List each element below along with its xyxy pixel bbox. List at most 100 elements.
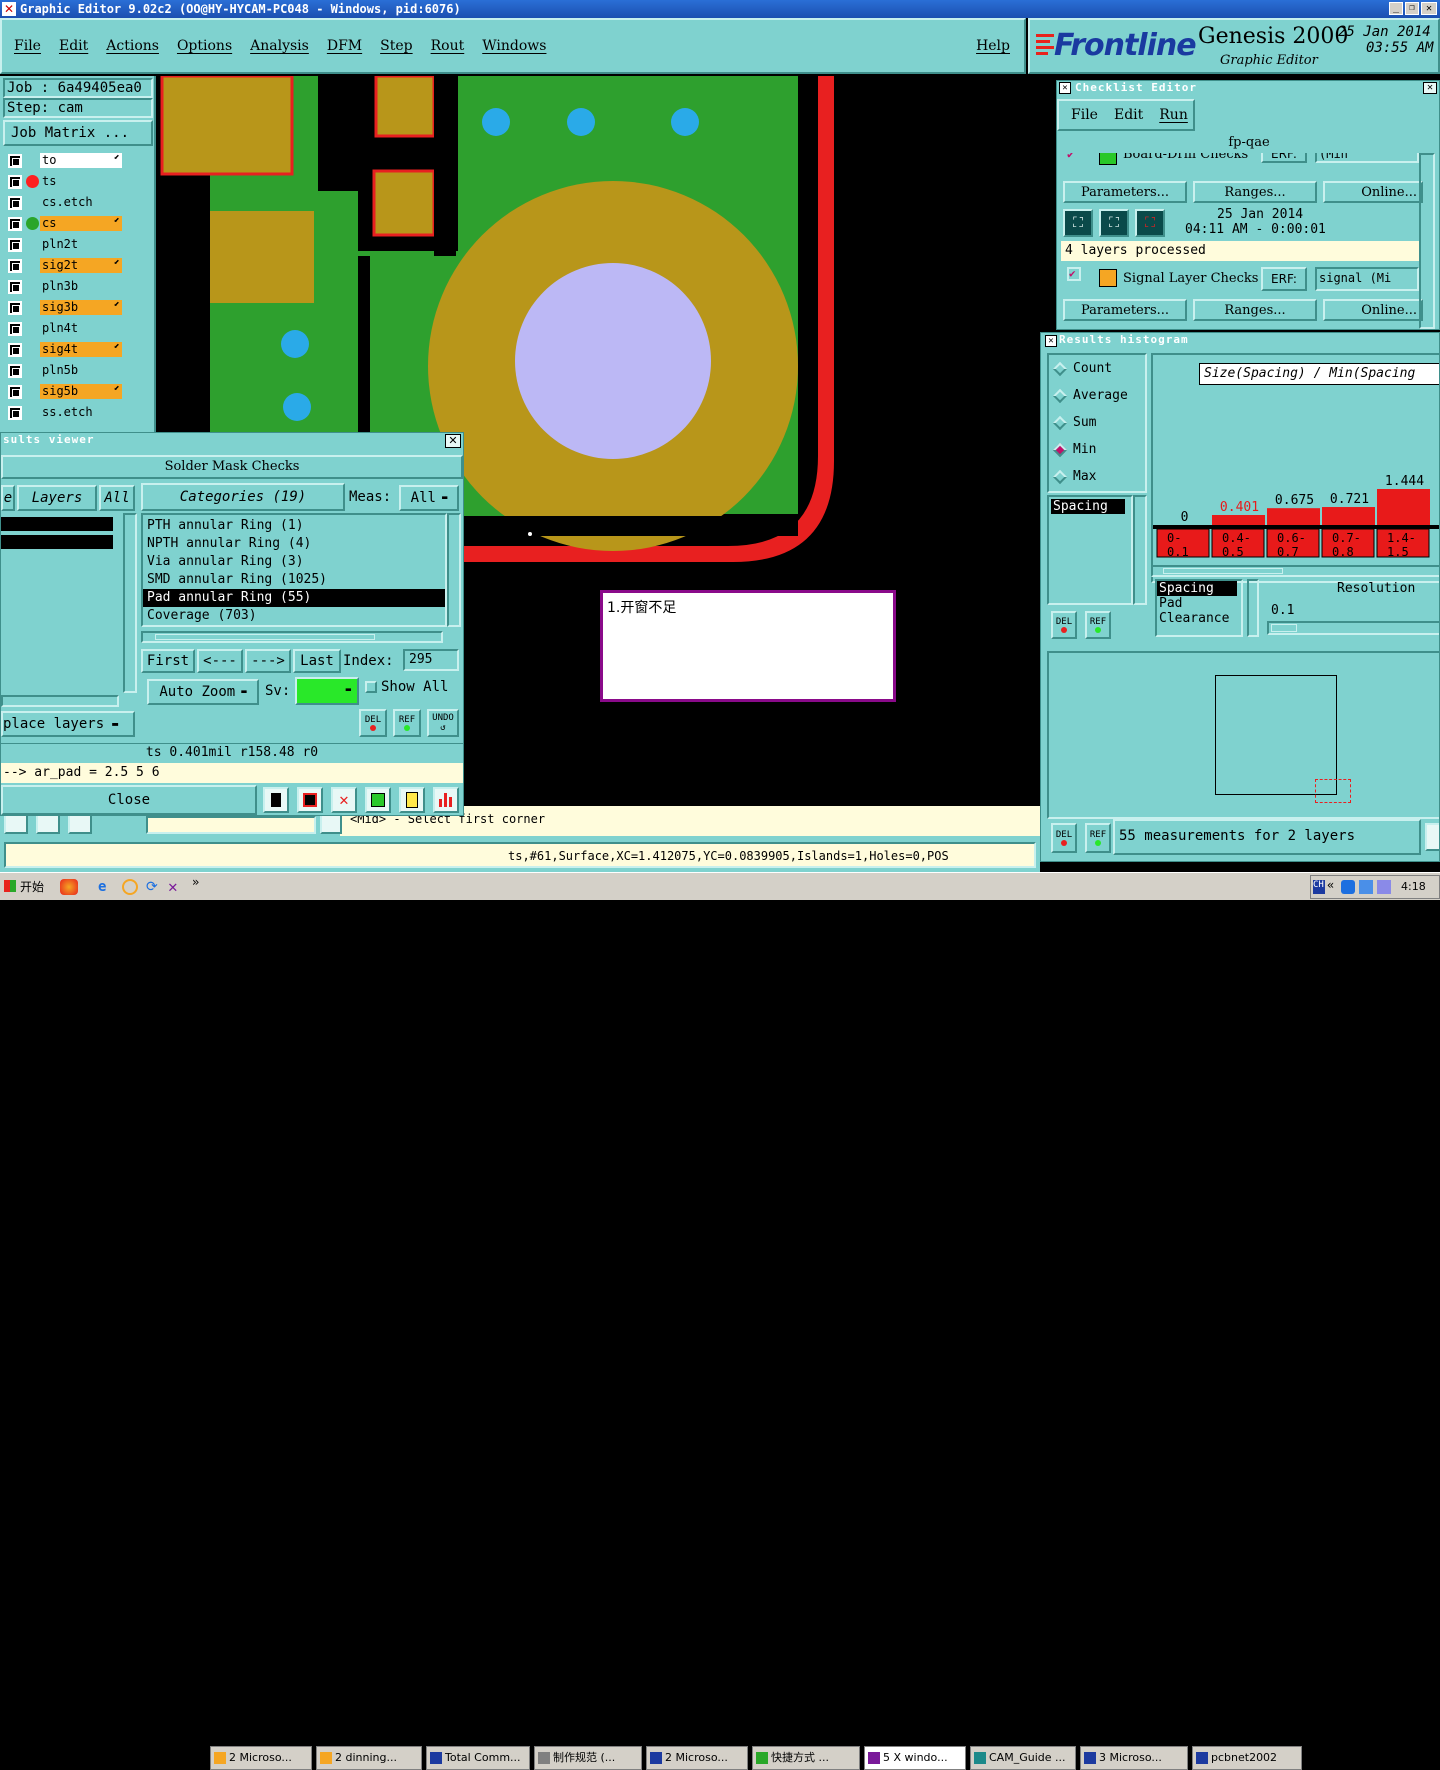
taskbar-item[interactable]: 5 X windo... (864, 1746, 966, 1770)
layer-row[interactable]: pln4t (6, 320, 154, 337)
menu-rout[interactable]: Rout (431, 38, 465, 54)
type-item-spacing[interactable]: Spacing (1157, 581, 1237, 596)
taskbar-item[interactable]: 2 Microso... (646, 1746, 748, 1770)
auto-zoom-dropdown[interactable]: Auto Zoom ▬ (147, 679, 259, 705)
categories-scrollbar[interactable] (447, 513, 461, 627)
hist-hscroll-thumb[interactable] (1163, 568, 1283, 574)
quicklaunch-icon-2[interactable] (122, 879, 138, 895)
tool-icon-3[interactable] (68, 814, 92, 834)
category-item[interactable]: PTH annular Ring (1) (143, 517, 445, 535)
histogram-bar[interactable] (1322, 507, 1375, 525)
layer-checkbox[interactable] (8, 280, 22, 294)
parameters-button-1[interactable]: Parameters... (1063, 181, 1187, 203)
layer-checkbox[interactable] (8, 385, 22, 399)
menu-help[interactable]: Help (976, 38, 1010, 54)
taskbar-item[interactable]: 3 Microso... (1080, 1746, 1188, 1770)
chart-icon[interactable] (1425, 823, 1439, 851)
close-button[interactable]: Close (1, 785, 257, 815)
category-item[interactable]: SMD annular Ring (1025) (143, 571, 445, 589)
row2-erf-value[interactable]: signal (Mi (1315, 267, 1419, 291)
histogram-bar[interactable] (1212, 515, 1265, 525)
resolution-slider-thumb[interactable] (1271, 624, 1297, 632)
checklist-menu-file[interactable]: File (1071, 107, 1098, 123)
tool-layer-icon[interactable] (263, 787, 289, 813)
histogram-hscrollbar[interactable] (1151, 565, 1439, 577)
option-sum[interactable]: Sum (1052, 415, 1143, 435)
hist-ref-button[interactable]: REF (1085, 611, 1111, 639)
layer-results-list[interactable] (1, 515, 123, 695)
tool-input[interactable] (146, 816, 316, 834)
layer-list-scrollbar[interactable] (123, 513, 137, 693)
types-scrollbar[interactable] (1247, 579, 1259, 637)
prev-button[interactable]: <--- (197, 649, 243, 673)
tray-icon-2[interactable] (1359, 880, 1373, 894)
histogram-chart[interactable]: Size(Spacing) / Min(Spacing 0 0- 0.1 0.401 0… (1151, 353, 1439, 583)
option-count[interactable]: Count (1052, 361, 1143, 381)
layer-checkbox[interactable] (8, 322, 22, 336)
layer-checkbox[interactable] (8, 154, 22, 168)
category-item[interactable]: NPTH annular Ring (4) (143, 535, 445, 553)
menu-windows[interactable]: Windows (482, 38, 546, 54)
close-window-button[interactable]: ✕ (1421, 2, 1437, 15)
checklist-row-1[interactable]: ✔ Board-Drill Checks ERF: (Min (1061, 153, 1431, 169)
layer-row[interactable]: pln5b (6, 362, 154, 379)
meas-dropdown[interactable]: All ▬ (399, 485, 459, 511)
tray-icon-1[interactable] (1341, 880, 1355, 894)
measure-list[interactable]: Spacing (1047, 495, 1133, 605)
layer-list-hscrollbar[interactable] (1, 695, 119, 707)
taskbar-item[interactable]: pcbnet2002 (1192, 1746, 1302, 1770)
taskbar-item[interactable]: 2 dinning... (316, 1746, 422, 1770)
tray-icon-ch[interactable]: CH (1313, 880, 1325, 894)
start-button[interactable]: 开始 (2, 875, 50, 899)
ranges-button-1[interactable]: Ranges... (1193, 181, 1317, 203)
checklist-menu-edit[interactable]: Edit (1114, 107, 1143, 123)
results-viewer-close-button[interactable]: ✕ (445, 434, 461, 448)
histogram-bar[interactable] (1267, 508, 1320, 525)
layer-checkbox[interactable] (8, 175, 22, 189)
layer-row[interactable]: pln2t (6, 236, 154, 253)
category-item[interactable]: Coverage (703) (143, 607, 445, 625)
tool-icon-info[interactable] (320, 814, 342, 834)
online-button-2[interactable]: Online... (1323, 299, 1423, 321)
place-layers-button[interactable]: place layers ▬ (1, 711, 135, 737)
option-max[interactable]: Max (1052, 469, 1143, 489)
histogram-bar[interactable] (1377, 489, 1430, 525)
option-average[interactable]: Average (1052, 388, 1143, 408)
preview-ref-button[interactable]: REF (1085, 823, 1111, 853)
tool-cross-icon[interactable]: ✕ (331, 787, 357, 813)
checklist-scrollbar[interactable] (1419, 153, 1435, 329)
layer-result-row[interactable] (1, 517, 113, 531)
layer-checkbox[interactable] (8, 406, 22, 420)
taskbar-item[interactable]: 制作规范 (... (534, 1746, 642, 1770)
measure-list-item[interactable]: Spacing (1051, 499, 1125, 514)
layer-row[interactable]: sig2t ⬋ (6, 257, 154, 274)
tray-icon-3[interactable] (1377, 880, 1391, 894)
tool-histogram-icon[interactable] (433, 787, 459, 813)
checklist-close-button[interactable]: ✕ (1423, 82, 1437, 94)
del-button[interactable]: DEL (359, 709, 387, 737)
tool-icon-2[interactable] (36, 814, 60, 834)
taskbar-item[interactable]: Total Comm... (426, 1746, 530, 1770)
restore-button[interactable]: ❐ (1405, 2, 1419, 15)
preview-del-button[interactable]: DEL (1051, 823, 1077, 853)
ie-icon[interactable]: e (98, 879, 114, 895)
tool-notes-icon[interactable] (399, 787, 425, 813)
quicklaunch-icon[interactable] (60, 879, 78, 895)
layers-button[interactable]: Layers (17, 485, 97, 511)
menu-file[interactable]: File (14, 38, 41, 54)
layer-checkbox[interactable] (8, 238, 22, 252)
checklist-menu-run[interactable]: Run (1159, 107, 1188, 123)
left-edge-tab[interactable]: e (1, 485, 15, 511)
layer-row[interactable]: cs ⬋ (6, 215, 154, 232)
tray-chevron-icon[interactable]: « (1327, 878, 1334, 892)
menu-actions[interactable]: Actions (106, 38, 159, 54)
run-icon-1[interactable]: ⛶ (1063, 209, 1093, 237)
layer-row[interactable]: ss.etch (6, 404, 154, 421)
layer-row[interactable]: ts (6, 173, 154, 190)
layer-checkbox[interactable] (8, 217, 22, 231)
categories-button[interactable]: Categories (19) (141, 483, 345, 511)
show-all-checkbox[interactable] (365, 681, 377, 693)
last-button[interactable]: Last (293, 649, 341, 673)
layer-result-row[interactable] (1, 535, 113, 549)
hist-del-button[interactable]: DEL (1051, 611, 1077, 639)
